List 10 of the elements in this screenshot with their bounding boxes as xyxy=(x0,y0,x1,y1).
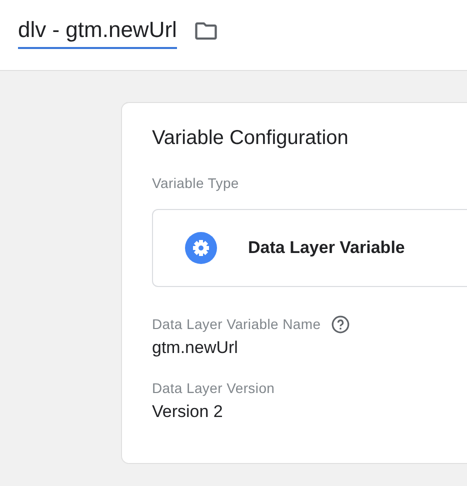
gear-icon xyxy=(185,232,217,264)
field-label: Variable Type xyxy=(152,175,239,191)
variable-type-selector[interactable]: Data Layer Variable xyxy=(152,209,467,287)
card-title: Variable Configuration xyxy=(152,127,350,150)
field-value: Version 2 xyxy=(152,402,224,422)
field-value: gtm.newUrl xyxy=(152,338,239,358)
field-label: Data Layer Variable Name xyxy=(152,316,321,332)
field-label: Data Layer Version xyxy=(152,380,275,396)
variable-name-field[interactable]: dlv - gtm.newUrl xyxy=(18,17,177,49)
help-icon[interactable] xyxy=(330,314,350,334)
